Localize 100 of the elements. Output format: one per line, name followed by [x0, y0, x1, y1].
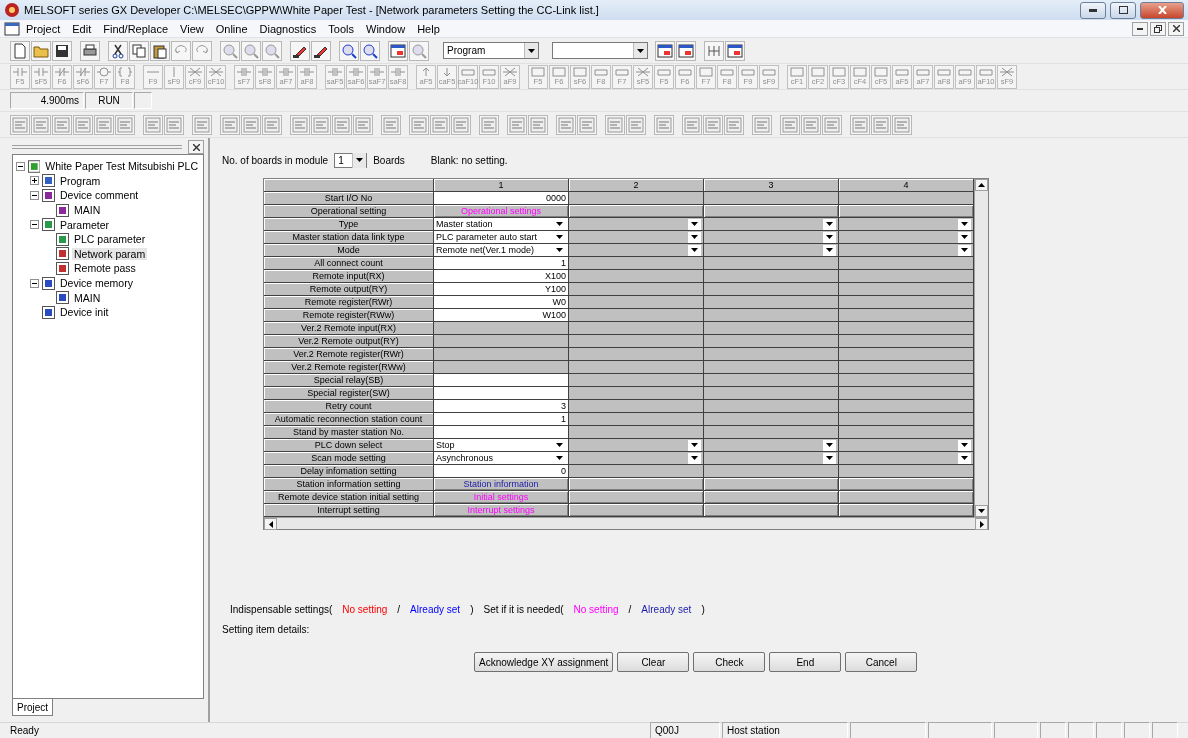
menu-item[interactable]: Window — [360, 22, 412, 35]
tree-item[interactable]: MAIN — [72, 291, 103, 304]
menu-item[interactable]: Tools — [322, 22, 361, 35]
menu-item[interactable]: Online — [209, 22, 254, 35]
dropdown-cell[interactable] — [704, 439, 839, 452]
menu-item[interactable]: Diagnostics — [253, 22, 323, 35]
table-cell[interactable]: X100 — [434, 270, 569, 283]
close-button[interactable] — [188, 140, 204, 154]
table-cell[interactable]: 3 — [434, 400, 569, 413]
dialog-button[interactable]: Clear — [617, 652, 690, 672]
close-button[interactable] — [1168, 21, 1184, 36]
settings-button[interactable] — [704, 504, 839, 517]
settings-button[interactable] — [569, 491, 704, 504]
dropdown-cell[interactable]: Master station — [434, 218, 569, 231]
dropdown-cell[interactable] — [839, 218, 974, 231]
table-cell[interactable]: Y100 — [434, 283, 569, 296]
vertical-scrollbar[interactable] — [974, 179, 988, 517]
table-cell[interactable]: 0 — [434, 465, 569, 478]
table-cell[interactable] — [434, 374, 569, 387]
settings-button[interactable]: Interrupt settings — [434, 504, 569, 517]
toolbar-button[interactable] — [339, 40, 359, 61]
tree-item[interactable]: White Paper Test Mitsubishi PLC — [43, 160, 200, 173]
dropdown-cell[interactable] — [839, 244, 974, 257]
tree-item[interactable]: Parameter — [58, 218, 112, 231]
tree-item[interactable]: Network param — [72, 247, 148, 260]
dropdown-cell[interactable] — [704, 452, 839, 465]
collapse-toggle[interactable] — [16, 161, 25, 171]
settings-button[interactable] — [569, 478, 704, 491]
restore-button[interactable] — [1150, 21, 1166, 36]
toolbar-button[interactable] — [108, 40, 128, 61]
menu-item[interactable]: Edit — [66, 22, 98, 35]
toolbar-button[interactable] — [150, 40, 170, 61]
toolbar-button[interactable] — [388, 40, 408, 61]
program-select[interactable]: Program — [443, 42, 539, 59]
table-cell[interactable]: 1 — [434, 413, 569, 426]
tree-item[interactable]: PLC parameter — [72, 233, 148, 246]
dropdown-cell[interactable] — [704, 244, 839, 257]
settings-button[interactable] — [704, 478, 839, 491]
dropdown-cell[interactable] — [569, 452, 704, 465]
menu-item[interactable]: Find/Replace — [97, 22, 175, 35]
settings-button[interactable] — [839, 504, 974, 517]
settings-button[interactable] — [704, 491, 839, 504]
menu-item[interactable]: View — [174, 22, 210, 35]
dropdown-cell[interactable] — [839, 452, 974, 465]
tree-item[interactable]: Device init — [58, 306, 111, 319]
dialog-button[interactable]: Acknowledge XY assignment — [474, 652, 614, 672]
settings-button[interactable]: Station information — [434, 478, 569, 491]
dropdown-cell[interactable] — [569, 244, 704, 257]
tree-item[interactable]: MAIN — [72, 204, 103, 217]
dropdown-cell[interactable]: Stop — [434, 439, 569, 452]
table-cell[interactable] — [434, 426, 569, 439]
dialog-button[interactable]: Cancel — [845, 652, 918, 672]
sidebar-tab[interactable]: Project — [12, 699, 54, 716]
table-cell[interactable] — [434, 387, 569, 400]
toolbar-button[interactable] — [360, 40, 380, 61]
dropdown-cell[interactable] — [839, 231, 974, 244]
settings-button[interactable] — [839, 205, 974, 218]
tree-item[interactable]: Remote pass — [72, 262, 138, 275]
toolbar-button[interactable] — [655, 40, 675, 61]
tree-item[interactable]: Program — [58, 174, 103, 187]
maximize-button[interactable] — [1110, 1, 1136, 19]
dropdown-cell[interactable] — [569, 218, 704, 231]
toolbar-button[interactable] — [725, 40, 745, 61]
table-cell[interactable]: W100 — [434, 309, 569, 322]
toolbar-button[interactable] — [52, 40, 72, 61]
dropdown-cell[interactable]: Remote net(Ver.1 mode) — [434, 244, 569, 257]
settings-button[interactable] — [839, 491, 974, 504]
collapse-toggle[interactable] — [30, 191, 39, 200]
minimize-button[interactable] — [1080, 1, 1106, 19]
expand-toggle[interactable] — [30, 176, 39, 186]
toolbar-button[interactable] — [311, 40, 331, 61]
settings-button[interactable] — [839, 478, 974, 491]
dropdown-cell[interactable] — [569, 439, 704, 452]
toolbar-button[interactable] — [80, 40, 100, 61]
settings-button[interactable]: Initial settings — [434, 491, 569, 504]
settings-button[interactable]: Operational settings — [434, 205, 569, 218]
settings-button[interactable] — [704, 205, 839, 218]
dropdown-cell[interactable] — [569, 231, 704, 244]
tree-item[interactable]: Device memory — [58, 277, 135, 290]
menu-item[interactable]: Project — [20, 22, 67, 35]
select-field[interactable] — [552, 42, 648, 59]
collapse-toggle[interactable] — [30, 278, 39, 288]
table-cell[interactable]: W0 — [434, 296, 569, 309]
boards-select[interactable]: 1 — [334, 152, 368, 168]
dropdown-cell[interactable]: PLC parameter auto start — [434, 231, 569, 244]
dialog-button[interactable]: End — [769, 652, 842, 672]
dropdown-cell[interactable] — [704, 218, 839, 231]
dropdown-cell[interactable] — [839, 439, 974, 452]
dialog-button[interactable]: Check — [693, 652, 766, 672]
table-cell[interactable]: 1 — [434, 257, 569, 270]
table-cell[interactable]: 0000 — [434, 192, 569, 205]
minimize-button[interactable] — [1132, 21, 1148, 36]
horizontal-scrollbar[interactable] — [264, 517, 988, 529]
toolbar-button[interactable] — [290, 40, 310, 61]
collapse-toggle[interactable] — [30, 220, 39, 230]
settings-button[interactable] — [569, 205, 704, 218]
toolbar-button[interactable] — [129, 40, 149, 61]
settings-button[interactable] — [569, 504, 704, 517]
dropdown-cell[interactable] — [704, 231, 839, 244]
menu-item[interactable]: Help — [411, 22, 446, 35]
